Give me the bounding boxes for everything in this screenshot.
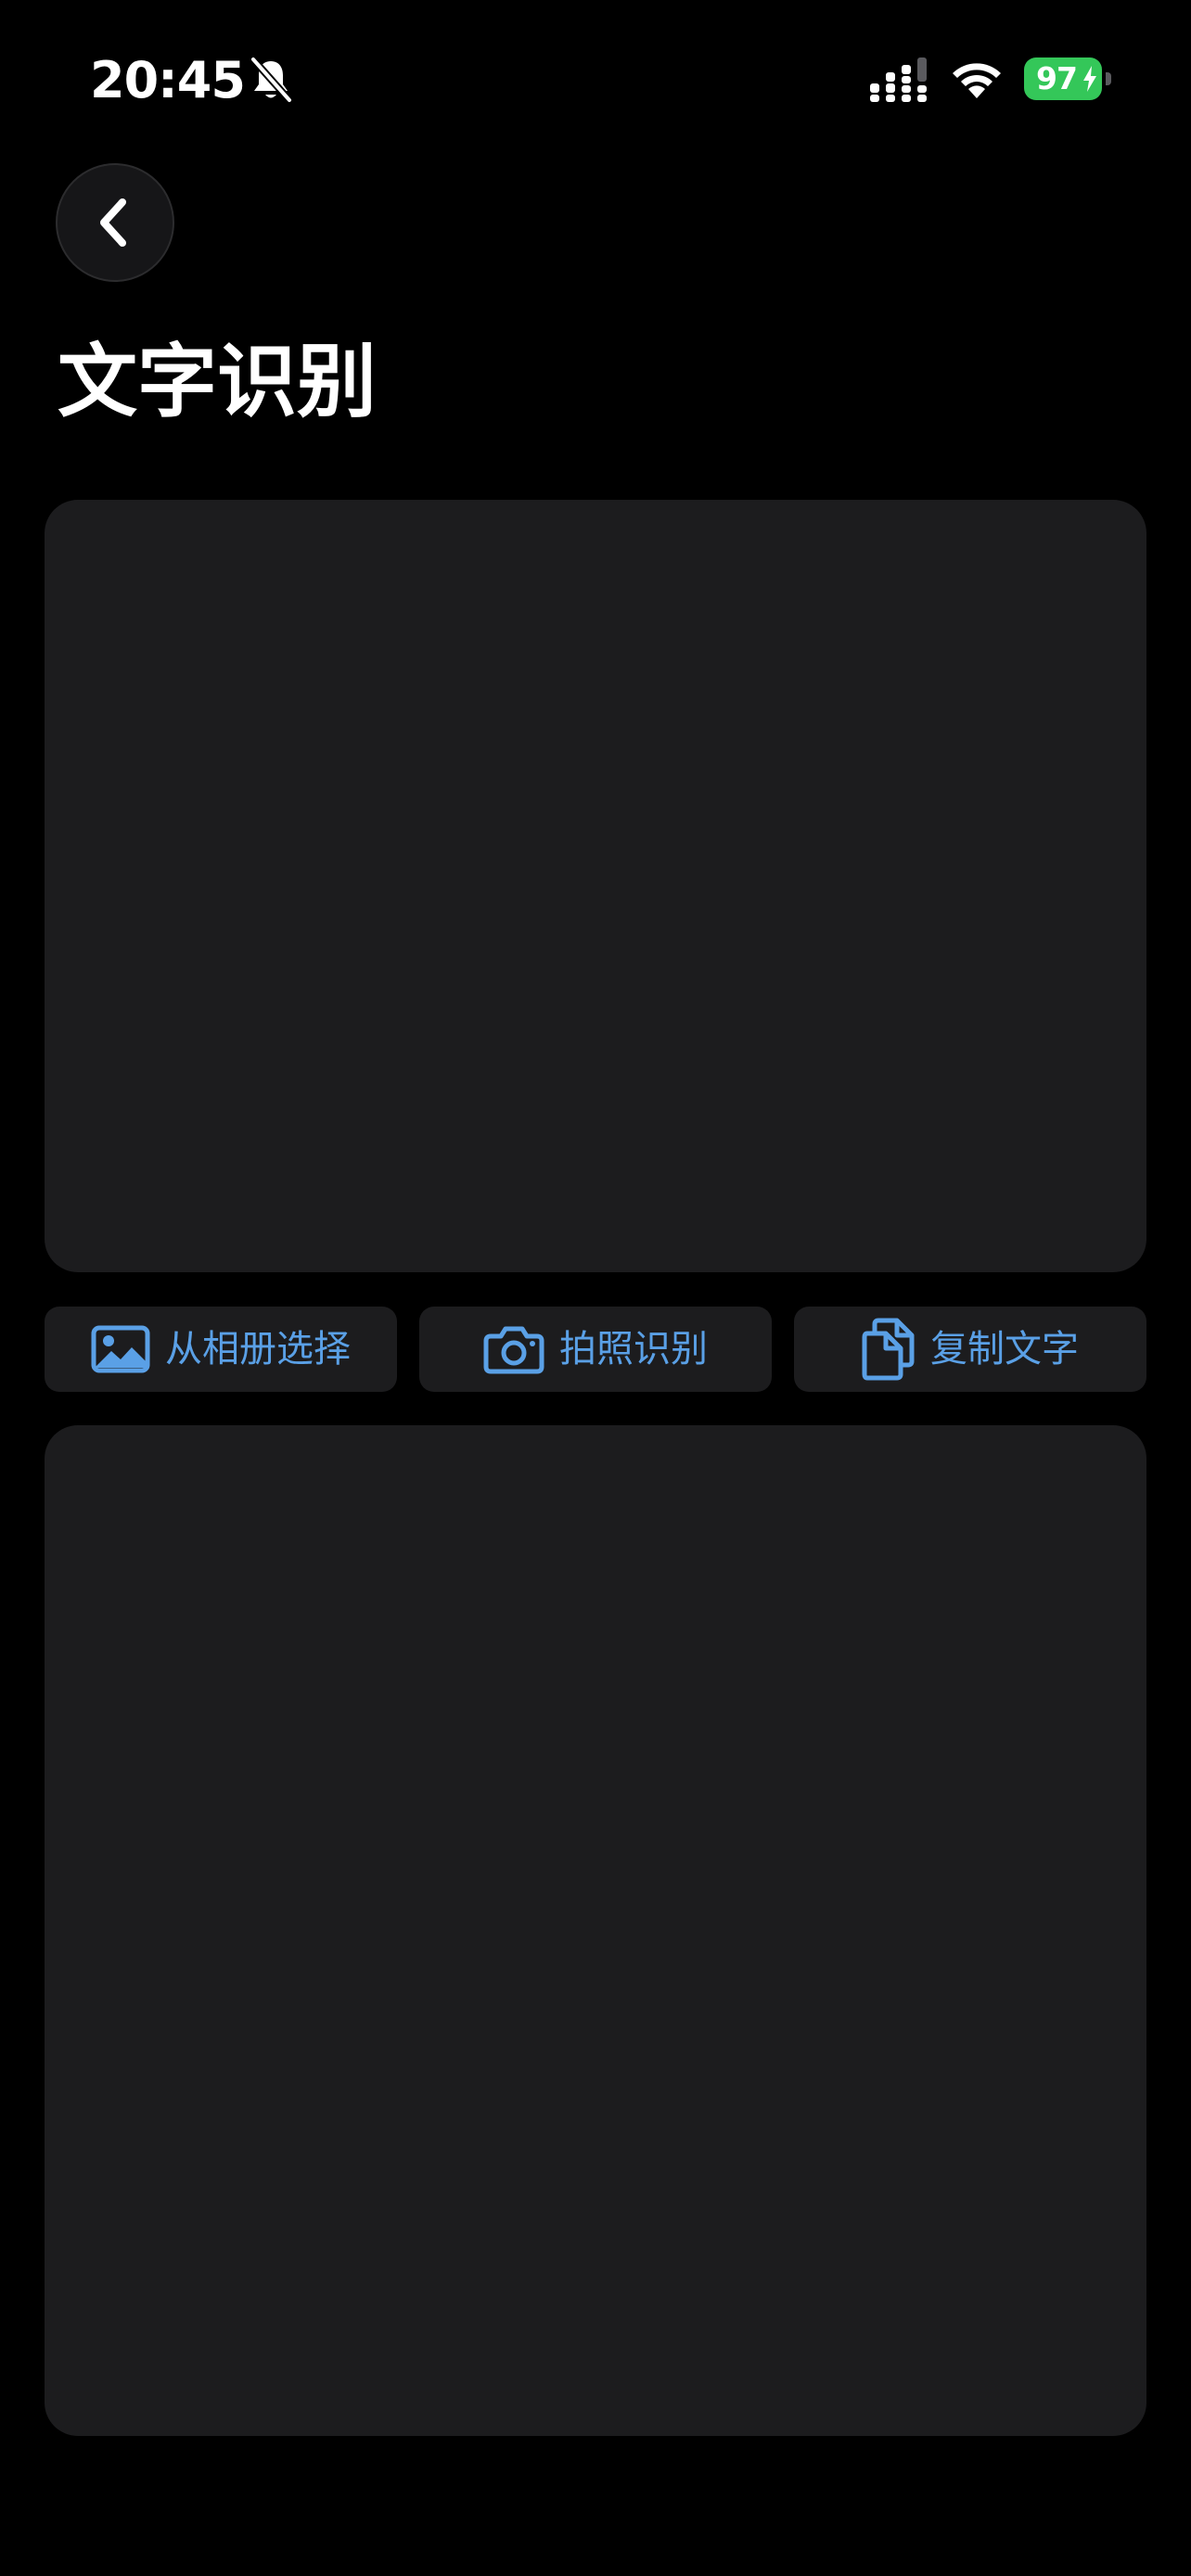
recognized-text-area[interactable] (45, 1425, 1146, 2436)
charging-bolt-icon (1083, 66, 1096, 92)
battery-indicator: 97 (1024, 57, 1111, 100)
battery-charging-icon: 97 (1024, 57, 1102, 100)
copy-text-label: 复制文字 (930, 1328, 1079, 1371)
page-title: 文字识别 (58, 336, 377, 428)
take-photo-button[interactable]: 拍照识别 (419, 1307, 772, 1392)
image-preview-area[interactable] (45, 500, 1146, 1272)
photo-icon (91, 1325, 150, 1373)
status-time: 20:45 (90, 51, 246, 109)
action-buttons: 从相册选择 拍照识别 复制文字 (45, 1307, 1146, 1392)
battery-level: 97 (1036, 60, 1078, 96)
camera-icon (483, 1326, 544, 1374)
copy-text-button[interactable]: 复制文字 (794, 1307, 1146, 1392)
cellular-signal-icon (870, 57, 927, 102)
chevron-left-icon (100, 198, 126, 247)
wifi-icon (953, 63, 1001, 98)
status-bar: 20:45 97 (0, 0, 1191, 158)
back-button[interactable] (56, 163, 174, 282)
choose-from-album-label: 从相册选择 (165, 1328, 351, 1371)
take-photo-label: 拍照识别 (559, 1328, 708, 1371)
choose-from-album-button[interactable]: 从相册选择 (45, 1307, 397, 1392)
bell-slash-icon (250, 56, 293, 104)
battery-cap (1106, 72, 1111, 85)
copy-document-icon (862, 1318, 915, 1381)
